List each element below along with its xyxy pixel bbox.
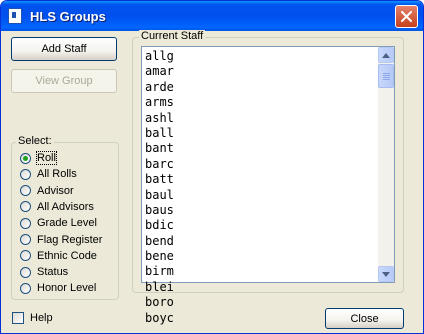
- close-icon[interactable]: [395, 5, 418, 28]
- radio-option[interactable]: Ethnic Code: [20, 248, 97, 264]
- radio-option[interactable]: Roll: [20, 150, 57, 166]
- radio-option[interactable]: All Rolls: [20, 166, 77, 182]
- list-item[interactable]: blei: [145, 280, 174, 295]
- radio-label: Honor Level: [37, 282, 97, 295]
- radio-button[interactable]: [20, 152, 31, 164]
- radio-button[interactable]: [20, 250, 31, 262]
- radio-label: Advisor: [37, 184, 74, 197]
- radio-label: Ethnic Code: [37, 249, 97, 262]
- radio-label: Status: [37, 266, 69, 279]
- radio-label: All Advisors: [37, 200, 94, 213]
- list-item[interactable]: boro: [145, 295, 174, 310]
- list-item[interactable]: amar: [145, 64, 174, 79]
- radio-button[interactable]: [20, 201, 31, 213]
- view-group-button[interactable]: View Group: [11, 69, 117, 93]
- list-item[interactable]: arde: [145, 80, 174, 95]
- radio-option[interactable]: All Advisors: [20, 199, 94, 215]
- list-item[interactable]: boyc: [145, 311, 174, 326]
- list-item[interactable]: barc: [145, 157, 174, 172]
- list-item[interactable]: birm: [145, 264, 174, 279]
- radio-label: All Rolls: [37, 168, 77, 181]
- radio-button[interactable]: [20, 217, 31, 229]
- list-item[interactable]: bant: [145, 141, 174, 156]
- list-item[interactable]: allg: [145, 49, 174, 64]
- list-item[interactable]: bend: [145, 234, 174, 249]
- radio-option[interactable]: Advisor: [20, 183, 74, 199]
- list-item[interactable]: ashl: [145, 111, 174, 126]
- scroll-down-icon[interactable]: [378, 266, 394, 282]
- list-item[interactable]: batt: [145, 172, 174, 187]
- radio-option[interactable]: Flag Register: [20, 232, 102, 248]
- radio-option[interactable]: Status: [20, 264, 68, 280]
- vertical-scrollbar[interactable]: [378, 47, 394, 282]
- radio-option[interactable]: Honor Level: [20, 280, 96, 296]
- title-bar[interactable]: HLS Groups: [1, 1, 423, 31]
- help-label: Help: [30, 312, 53, 324]
- help-checkbox-row[interactable]: Help: [12, 312, 53, 324]
- list-item[interactable]: bene: [145, 249, 174, 264]
- radio-option[interactable]: Grade Level: [20, 215, 97, 231]
- app-icon: [8, 8, 22, 24]
- current-staff-legend: Current Staff: [139, 30, 206, 42]
- staff-list: allg amar arde arms ashl ball bant barc batt baul…: [145, 49, 174, 326]
- list-item[interactable]: bdic: [145, 218, 174, 233]
- window-title: HLS Groups: [30, 8, 106, 24]
- help-checkbox[interactable]: [12, 312, 24, 324]
- radio-button[interactable]: [20, 266, 31, 278]
- scroll-up-icon[interactable]: [378, 47, 394, 63]
- radio-label: Grade Level: [37, 217, 97, 230]
- close-button[interactable]: Close: [325, 308, 404, 329]
- add-staff-button[interactable]: Add Staff: [11, 37, 117, 61]
- scroll-thumb[interactable]: [378, 64, 394, 88]
- select-group-box: Select: Roll All Rolls Advisor All Advisors…: [11, 135, 119, 300]
- select-legend: Select:: [16, 135, 54, 147]
- radio-button[interactable]: [20, 168, 31, 180]
- list-item[interactable]: baus: [145, 203, 174, 218]
- radio-button[interactable]: [20, 282, 31, 294]
- radio-label: Flag Register: [37, 233, 103, 246]
- radio-button[interactable]: [20, 185, 31, 197]
- radio-button[interactable]: [20, 234, 31, 245]
- list-item[interactable]: ball: [145, 126, 174, 141]
- current-staff-listbox[interactable]: allg amar arde arms ashl ball bant barc batt baul…: [141, 46, 395, 325]
- radio-label: Roll: [36, 151, 57, 165]
- list-item[interactable]: arms: [145, 95, 174, 110]
- hls-groups-window: HLS Groups Add Staff View Group Select: …: [0, 0, 424, 334]
- list-item[interactable]: baul: [145, 188, 174, 203]
